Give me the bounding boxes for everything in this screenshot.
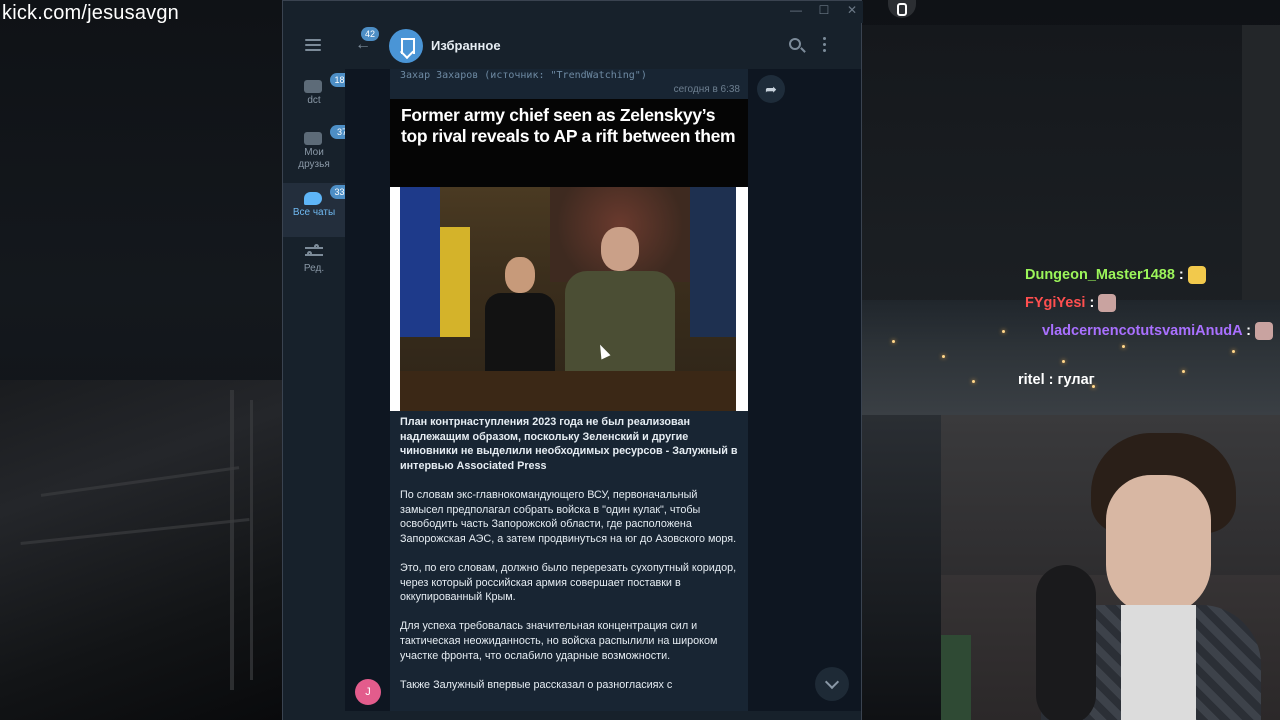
close-button[interactable]: ✕ bbox=[845, 3, 859, 17]
window-titlebar: — ☐ ✕ bbox=[283, 1, 863, 23]
message-bubble[interactable]: Захар Захаров (источник: "TrendWatching"… bbox=[390, 69, 748, 711]
chat-username[interactable]: Dungeon_Master1488 bbox=[1025, 267, 1175, 283]
bookmark-icon[interactable] bbox=[389, 29, 423, 63]
folder-icon: 37 bbox=[304, 125, 354, 145]
message-list[interactable]: Захар Захаров (источник: "TrendWatching"… bbox=[345, 69, 861, 711]
folder-icon: 186 bbox=[304, 73, 354, 93]
emote-icon bbox=[1254, 322, 1273, 340]
chat-message: FYgiYesi : bbox=[1025, 294, 1117, 312]
forwarded-from[interactable]: Захар Захаров (источник: "TrendWatching"… bbox=[400, 70, 647, 81]
forward-icon[interactable]: ➦ bbox=[757, 75, 785, 103]
emote-icon bbox=[1187, 266, 1206, 284]
chat-title[interactable]: Избранное bbox=[431, 38, 501, 53]
chat-message: Dungeon_Master1488 : bbox=[1025, 266, 1206, 284]
chat-username[interactable]: vladcernencotutsvamiAnudA bbox=[1042, 323, 1242, 339]
message-paragraph: Это, по его словам, должно было перереза… bbox=[400, 561, 737, 604]
folder-my-friends[interactable]: 37 Мои друзья bbox=[283, 123, 354, 181]
scroll-down-button[interactable] bbox=[815, 667, 849, 701]
news-image[interactable]: Former army chief seen as Zelenskyy’s to… bbox=[390, 99, 748, 411]
chat-username[interactable]: FYgiYesi bbox=[1025, 295, 1085, 311]
folder-label: dct bbox=[307, 95, 321, 106]
folder-edit[interactable]: Ред. bbox=[283, 237, 345, 291]
stream-url: kick.com/jesusavgn bbox=[2, 2, 179, 24]
message-time: сегодня в 6:38 bbox=[673, 84, 740, 95]
chat-text: : bbox=[1085, 294, 1099, 311]
chat-text: : bbox=[1242, 322, 1255, 339]
user-avatar[interactable]: J bbox=[355, 679, 381, 705]
emote-icon bbox=[1098, 294, 1117, 312]
back-unread-badge: 42 bbox=[361, 27, 380, 41]
chat-message: ritel : гулаг bbox=[1018, 372, 1095, 388]
sliders-icon bbox=[305, 244, 323, 259]
folder-label: Все чаты bbox=[292, 207, 336, 218]
composer-bar[interactable] bbox=[345, 711, 861, 720]
chat-message: vladcernencotutsvamiAnudA : bbox=[1042, 322, 1273, 340]
message-paragraph: Для успеха требовалась значительная конц… bbox=[400, 620, 718, 662]
message-text: План контрнаступления 2023 года не был р… bbox=[400, 415, 740, 707]
city-skyline bbox=[862, 300, 1280, 420]
news-photo bbox=[390, 187, 748, 411]
chat-username[interactable]: ritel bbox=[1018, 372, 1045, 388]
telegram-window: — ☐ ✕ 186 dct 37 Мои друзья 339 Все чаты… bbox=[282, 0, 863, 720]
chat-text: : гулаг bbox=[1044, 372, 1095, 388]
minimize-button[interactable]: — bbox=[789, 3, 803, 17]
rollercoaster-view bbox=[0, 380, 282, 720]
message-paragraph: По словам экс-главнокомандующего ВСУ, пе… bbox=[400, 488, 737, 545]
maximize-button[interactable]: ☐ bbox=[817, 3, 831, 17]
folder-dct[interactable]: 186 dct bbox=[283, 71, 354, 125]
message-paragraph: План контрнаступления 2023 года не был р… bbox=[400, 416, 738, 472]
image-headline: Former army chief seen as Zelenskyy’s to… bbox=[401, 105, 736, 146]
folder-label: Мои друзья bbox=[298, 147, 330, 170]
more-vertical-icon[interactable] bbox=[823, 37, 827, 55]
chat-text: : bbox=[1174, 266, 1188, 283]
chat-bubble-icon: 339 bbox=[304, 185, 354, 205]
menu-icon[interactable] bbox=[305, 39, 321, 51]
chat-header: ← 42 Избранное bbox=[345, 23, 861, 69]
message-paragraph: Также Залужный впервые рассказал о разно… bbox=[400, 678, 673, 691]
harbor-view bbox=[862, 415, 942, 720]
search-icon[interactable] bbox=[789, 38, 801, 50]
folders-sidebar: 186 dct 37 Мои друзья 339 Все чаты Ред. bbox=[283, 23, 354, 720]
webcam-feed bbox=[941, 415, 1280, 720]
folder-label: Ред. bbox=[303, 263, 325, 274]
folder-all-chats[interactable]: 339 Все чаты bbox=[283, 183, 354, 237]
